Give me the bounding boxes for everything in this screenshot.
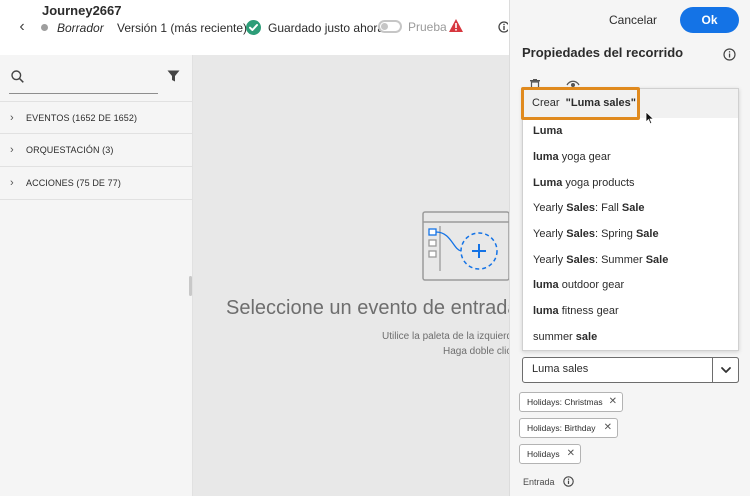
cancel-button[interactable]: Cancelar (603, 10, 663, 30)
category-actions[interactable]: › ACCIONES (75 DE 77) (0, 167, 193, 200)
option-text-segment: Yearly (533, 228, 567, 240)
dropdown-option[interactable]: Luma yoga products (523, 170, 738, 196)
empty-canvas-hint: Haga doble clic (443, 346, 509, 357)
info-icon[interactable] (723, 48, 736, 61)
info-icon[interactable] (563, 476, 574, 487)
option-text-segment: yoga products (562, 177, 635, 189)
option-text-segment: sale (575, 331, 598, 343)
search-input[interactable] (9, 93, 158, 94)
dropdown-option[interactable]: Yearly Sales: Summer Sale (523, 247, 738, 273)
tag-suggestions-dropdown: Luma luma yoga gear Luma yoga products Y… (522, 88, 739, 351)
option-text-segment: Luma (533, 125, 563, 137)
journey-name[interactable]: Journey2667 (42, 3, 122, 18)
empty-canvas-illustration (421, 211, 511, 281)
category-label: ORQUESTACIÓN (3) (26, 145, 114, 155)
palette-resize-handle[interactable] (189, 276, 192, 296)
option-text-segment: Sales (566, 228, 595, 240)
dropdown-option[interactable]: luma outdoor gear (523, 272, 738, 298)
search-icon[interactable] (11, 70, 24, 83)
ok-button[interactable]: Ok (680, 7, 739, 33)
journey-info-icon[interactable] (498, 21, 508, 33)
filter-icon[interactable] (167, 70, 180, 82)
tag-label: Holidays: Christmas (527, 397, 603, 407)
entry-label: Entrada (523, 477, 555, 487)
option-text-segment: luma (533, 305, 559, 317)
option-text-segment: luma (533, 279, 559, 291)
chevron-right-icon: › (10, 112, 14, 124)
empty-canvas-hint: Utilice la paleta de la izquierda (382, 331, 509, 342)
chevron-down-icon (720, 364, 732, 376)
category-label: ACCIONES (75 DE 77) (26, 178, 121, 188)
check-circle-icon (246, 20, 261, 35)
option-text-segment: Yearly (533, 202, 567, 214)
dropdown-option[interactable]: Luma (523, 118, 738, 144)
tag-label: Holidays: Birthday (527, 423, 596, 433)
create-tag-value: "Luma sales" (565, 97, 636, 109)
test-mode-toggle[interactable] (378, 20, 402, 33)
category-events[interactable]: › EVENTOS (1652 DE 1652) (0, 101, 193, 134)
category-orchestration[interactable]: › ORQUESTACIÓN (3) (0, 134, 193, 167)
option-text-segment: outdoor gear (558, 279, 625, 291)
close-icon[interactable]: ✕ (604, 419, 612, 437)
alert-icon[interactable] (448, 18, 464, 33)
tag-chip: Holidays ✕ (519, 444, 581, 464)
option-text-segment: : Fall (594, 202, 622, 214)
cursor-icon (645, 111, 655, 125)
dropdown-option[interactable]: Yearly Sales: Fall Sale (523, 195, 738, 221)
close-icon[interactable]: ✕ (567, 445, 575, 463)
tag-chip: Holidays: Christmas ✕ (519, 392, 623, 412)
combobox-toggle-button[interactable] (712, 357, 739, 383)
option-text-segment: Sale (635, 228, 659, 240)
dropdown-option[interactable]: luma yoga gear (523, 144, 738, 170)
category-label: EVENTOS (1652 DE 1652) (26, 113, 138, 123)
create-tag-prefix: Crear (532, 97, 560, 109)
option-text-segment: Sales (566, 202, 595, 214)
chevron-right-icon: › (10, 177, 14, 189)
test-mode-label: Prueba (408, 20, 447, 34)
dropdown-option[interactable]: luma fitness gear (523, 298, 738, 324)
option-text-segment: summer (533, 331, 576, 343)
save-status: Guardado justo ahora (268, 21, 385, 35)
option-text-segment: luma (533, 151, 559, 163)
tag-chip: Holidays: Birthday ✕ (519, 418, 618, 438)
journey-status: Borrador (57, 21, 104, 35)
option-text-segment: Luma (533, 177, 563, 189)
dropdown-option[interactable]: summer sale (523, 324, 738, 350)
option-text-segment: Sales (566, 254, 595, 266)
tags-combobox-value[interactable]: Luma sales (532, 363, 588, 375)
empty-canvas-title: Seleccione un evento de entrada (226, 297, 509, 319)
option-text-segment: : Spring (594, 228, 636, 240)
dropdown-option[interactable]: Yearly Sales: Spring Sale (523, 221, 738, 247)
option-text-segment: Sale (645, 254, 669, 266)
chevron-right-icon: › (10, 144, 14, 156)
panel-title: Propiedades del recorrido (522, 45, 684, 60)
option-text-segment: : Summer (594, 254, 646, 266)
close-icon[interactable]: ✕ (609, 393, 617, 411)
back-arrow-icon[interactable]: ‹ (14, 19, 30, 35)
tag-label: Holidays (527, 449, 560, 459)
create-tag-option-label: Crear "Luma sales" (532, 97, 636, 109)
option-text-segment: yoga gear (558, 151, 611, 163)
version-label[interactable]: Versión 1 (más reciente) (117, 21, 247, 35)
status-dot-icon (41, 24, 48, 31)
option-text-segment: Sale (621, 202, 645, 214)
option-text-segment: Yearly (533, 254, 567, 266)
option-text-segment: fitness gear (558, 305, 619, 317)
